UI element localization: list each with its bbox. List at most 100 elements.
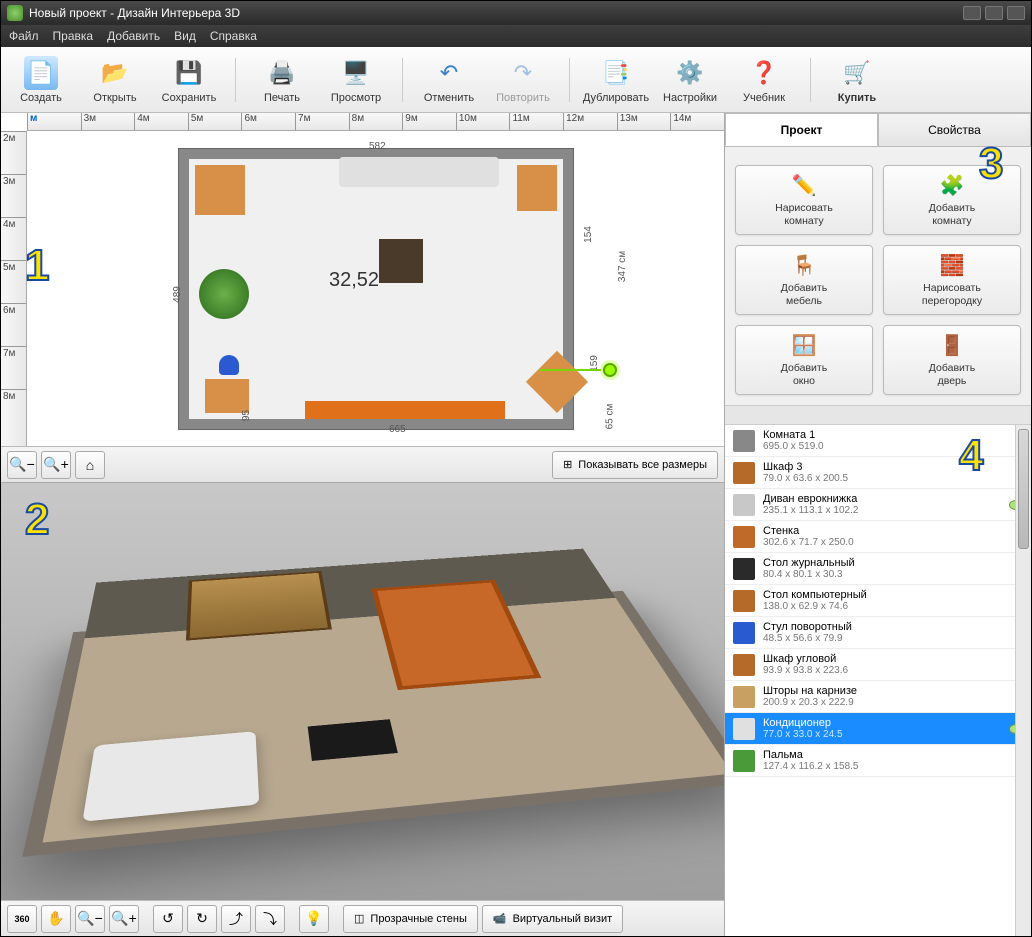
plan-canvas[interactable]: 32,52 582 154 159 489 9	[27, 131, 724, 446]
selection-handle[interactable]	[603, 363, 617, 377]
object-name: Стул поворотный	[763, 621, 1023, 633]
furniture-coffee-table[interactable]	[379, 239, 423, 283]
transparent-walls-button[interactable]: ◫Прозрачные стены	[343, 905, 478, 933]
rotate-left-button[interactable]: ↺	[153, 905, 183, 933]
titlebar: Новый проект - Дизайн Интерьера 3D	[1, 1, 1031, 25]
list-item[interactable]: Пальма127.4 x 116.2 x 158.5	[725, 745, 1031, 777]
add-room-button[interactable]: 🧩Добавитькомнату	[883, 165, 1021, 235]
list-item[interactable]: Стенка302.6 x 71.7 x 250.0	[725, 521, 1031, 553]
maximize-button[interactable]	[985, 6, 1003, 20]
furniture-chair[interactable]	[219, 355, 239, 375]
menu-file[interactable]: Файл	[9, 29, 39, 43]
view3d-toolbar: 360 ✋ 🔍− 🔍+ ↺ ↻ ⤴ ⤵ 💡 ◫Прозрачные стены …	[1, 900, 724, 936]
list-item[interactable]: Комната 1695.0 x 519.0	[725, 425, 1031, 457]
zoom-in-button[interactable]: 🔍+	[41, 451, 71, 479]
settings-button[interactable]: ⚙️Настройки	[658, 56, 722, 104]
plan-toolbar: 🔍− 🔍+ ⌂ ⊞Показывать все размеры	[1, 446, 724, 482]
zoom-out-3d-button[interactable]: 🔍−	[75, 905, 105, 933]
redo-button[interactable]: ↷Повторить	[491, 56, 555, 104]
save-button[interactable]: 💾Сохранить	[157, 56, 221, 104]
furniture-plant[interactable]	[199, 269, 249, 319]
rotate-360-button[interactable]: 360	[7, 905, 37, 933]
object-name: Пальма	[763, 749, 1023, 761]
ruler-horizontal: м3м4м5м6м7м8м9м10м11м12м13м14м	[27, 113, 724, 131]
app-icon	[7, 5, 23, 21]
object-icon	[733, 590, 755, 612]
light-button[interactable]: 💡	[299, 905, 329, 933]
list-item[interactable]: Кондиционер77.0 x 33.0 x 24.5	[725, 713, 1031, 745]
show-all-dims-button[interactable]: ⊞Показывать все размеры	[552, 451, 718, 479]
open-button[interactable]: 📂Открыть	[83, 56, 147, 104]
furniture-wardrobe[interactable]	[195, 165, 245, 215]
annotation-badge-2: 2	[25, 495, 73, 551]
object-icon	[733, 686, 755, 708]
object-dimensions: 127.4 x 116.2 x 158.5	[763, 761, 1023, 772]
object-dimensions: 302.6 x 71.7 x 250.0	[763, 537, 1023, 548]
object-icon	[733, 462, 755, 484]
object-name: Шкаф угловой	[763, 653, 1023, 665]
zoom-out-button[interactable]: 🔍−	[7, 451, 37, 479]
list-item[interactable]: Шкаф угловой93.9 x 93.8 x 223.6	[725, 649, 1031, 681]
preview-button[interactable]: 🖥️Просмотр	[324, 56, 388, 104]
add-door-button[interactable]: 🚪Добавитьдверь	[883, 325, 1021, 395]
room-outline[interactable]: 32,52 582 154 159 489 9	[179, 149, 573, 429]
tab-properties[interactable]: Свойства	[878, 113, 1031, 146]
tutorial-button[interactable]: ❓Учебник	[732, 56, 796, 104]
list-item[interactable]: Диван еврокнижка235.1 x 113.1 x 102.2	[725, 489, 1031, 521]
menu-help[interactable]: Справка	[210, 29, 257, 43]
selection-connector	[539, 369, 601, 371]
rotate-right-button[interactable]: ↻	[187, 905, 217, 933]
window-title: Новый проект - Дизайн Интерьера 3D	[29, 6, 240, 20]
object-list: 4 Комната 1695.0 x 519.0Шкаф 379.0 x 63.…	[725, 425, 1031, 936]
create-button[interactable]: 📄Создать	[9, 56, 73, 104]
add-furniture-button[interactable]: 🪑Добавитьмебель	[735, 245, 873, 315]
furniture-corner-wardrobe[interactable]	[526, 351, 588, 413]
tilt-up-button[interactable]: ⤴	[221, 905, 251, 933]
object-icon	[733, 558, 755, 580]
object-icon	[733, 430, 755, 452]
object-icon	[733, 654, 755, 676]
close-button[interactable]	[1007, 6, 1025, 20]
list-item[interactable]: Стол журнальный80.4 x 80.1 x 30.3	[725, 553, 1031, 585]
object-name: Стол компьютерный	[763, 589, 1023, 601]
furniture-sofa[interactable]	[339, 157, 499, 187]
minimize-button[interactable]	[963, 6, 981, 20]
main-toolbar: 📄Создать 📂Открыть 💾Сохранить 🖨️Печать 🖥️…	[1, 47, 1031, 113]
list-scrollbar[interactable]	[1015, 425, 1031, 936]
menu-edit[interactable]: Правка	[53, 29, 94, 43]
object-name: Шторы на карнизе	[763, 685, 1023, 697]
tab-project[interactable]: Проект	[725, 113, 878, 146]
view-3d-area[interactable]: 2 360 ✋ 🔍− 🔍+ ↺ ↻ ⤴ ⤵	[1, 483, 724, 936]
list-item[interactable]: Шкаф 379.0 x 63.6 x 200.5	[725, 457, 1031, 489]
menu-add[interactable]: Добавить	[107, 29, 160, 43]
draw-partition-button[interactable]: 🧱Нарисоватьперегородку	[883, 245, 1021, 315]
duplicate-button[interactable]: 📑Дублировать	[584, 56, 648, 104]
list-item[interactable]: Стол компьютерный138.0 x 62.9 x 74.6	[725, 585, 1031, 617]
list-item[interactable]: Шторы на карнизе200.9 x 20.3 x 222.9	[725, 681, 1031, 713]
add-window-button[interactable]: 🪟Добавитьокно	[735, 325, 873, 395]
zoom-in-3d-button[interactable]: 🔍+	[109, 905, 139, 933]
object-name: Стенка	[763, 525, 1023, 537]
pan-button[interactable]: ✋	[41, 905, 71, 933]
furniture-wall-unit[interactable]	[305, 401, 505, 419]
object-name: Комната 1	[763, 429, 1023, 441]
room-3d	[22, 591, 724, 857]
buy-button[interactable]: 🛒Купить	[825, 56, 889, 104]
list-item[interactable]: Стул поворотный48.5 x 56.6 x 79.9	[725, 617, 1031, 649]
virtual-visit-button[interactable]: 📹Виртуальный визит	[482, 905, 623, 933]
undo-button[interactable]: ↶Отменить	[417, 56, 481, 104]
object-dimensions: 79.0 x 63.6 x 200.5	[763, 473, 1023, 484]
object-icon	[733, 622, 755, 644]
scrollbar-thumb[interactable]	[1018, 429, 1029, 549]
tilt-down-button[interactable]: ⤵	[255, 905, 285, 933]
home-view-button[interactable]: ⌂	[75, 451, 105, 479]
object-icon	[733, 494, 755, 516]
print-button[interactable]: 🖨️Печать	[250, 56, 314, 104]
furniture-desk[interactable]	[205, 379, 249, 413]
menu-view[interactable]: Вид	[174, 29, 196, 43]
furniture-shelf[interactable]	[517, 165, 557, 211]
plan-2d-area: 1 м3м4м5м6м7м8м9м10м11м12м13м14м 2м3м4м5…	[1, 113, 724, 483]
draw-room-button[interactable]: ✏️Нарисоватькомнату	[735, 165, 873, 235]
object-icon	[733, 718, 755, 740]
object-dimensions: 235.1 x 113.1 x 102.2	[763, 505, 1001, 516]
